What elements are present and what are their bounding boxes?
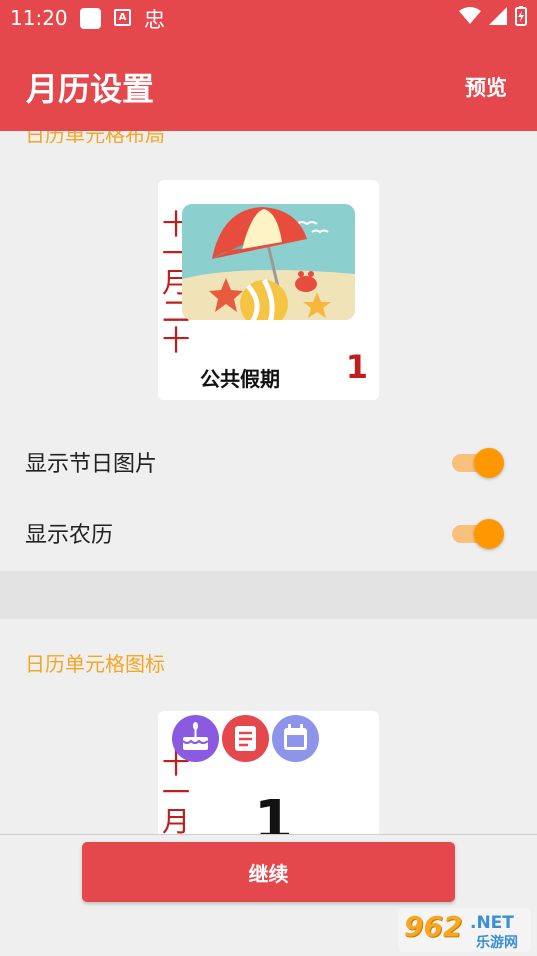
wifi-icon [459, 7, 481, 24]
notification-app-icon: 忠 [144, 8, 165, 32]
signal-icon [489, 7, 507, 25]
status-time: 11:20 [10, 6, 68, 30]
lunar-date-vertical: 十 一 月 [162, 749, 190, 836]
watermark-net: .NET [470, 913, 514, 933]
watermark-logo: 962 .NET 乐游网 [398, 908, 531, 952]
calendar-cell-icon-preview: 十 一 月 1 [158, 711, 379, 851]
show-holiday-image-toggle[interactable] [452, 448, 504, 478]
battery-icon [515, 6, 527, 26]
setting-label: 显示农历 [25, 523, 114, 548]
lunar-char: 月 [162, 805, 191, 838]
watermark-number: 962 [404, 910, 463, 943]
section-label-layout: 日历单元格布局 [25, 131, 165, 143]
note-icon [222, 715, 269, 762]
lunar-char: 一 [162, 776, 191, 809]
setting-row-lunar[interactable]: 显示农历 [0, 498, 537, 568]
continue-button[interactable]: 继续 [82, 842, 455, 902]
lunar-char: 十 [162, 324, 191, 357]
holiday-image [182, 204, 355, 320]
preview-button[interactable]: 预览 [465, 72, 507, 102]
birthday-cake-icon [172, 715, 219, 762]
show-lunar-toggle[interactable] [452, 519, 504, 549]
day-number: 1 [345, 348, 368, 386]
section-divider [0, 571, 537, 619]
calendar-icon [272, 715, 319, 762]
setting-label: 显示节日图片 [25, 452, 158, 477]
holiday-name: 公共假期 [200, 367, 280, 391]
calendar-cell-preview: 十 一 月 二 十 公共假期 1 [158, 180, 379, 400]
setting-row-holiday-image[interactable]: 显示节日图片 [0, 427, 537, 497]
notification-a-icon: A [114, 9, 131, 26]
watermark-sub: 乐游网 [476, 935, 518, 951]
section-label-icons: 日历单元格图标 [25, 652, 165, 676]
notification-square-icon [80, 8, 101, 29]
page-title: 月历设置 [26, 70, 155, 108]
status-bar: 11:20 A 忠 [0, 0, 537, 36]
